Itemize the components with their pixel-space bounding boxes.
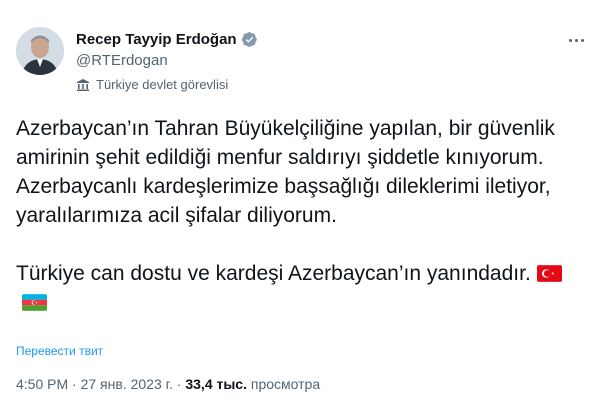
tweet-meta: 4:50 PM · 27 янв. 2023 г. · 33,4 тыс. пр…	[16, 376, 320, 392]
tweet-paragraph-2: Türkiye can dostu ve kardeşi Azerbaycan’…	[16, 259, 586, 317]
more-dot	[580, 38, 584, 42]
affiliation-text: Türkiye devlet görevlisi	[96, 77, 229, 92]
turkey-flag-icon	[536, 265, 562, 282]
author-handle[interactable]: @RTErdogan	[76, 52, 168, 69]
avatar-portrait	[16, 27, 64, 75]
government-building-icon	[77, 78, 89, 91]
tweet-paragraph-1: Azerbaycan’ın Tahran Büyükelçiliğine yap…	[16, 117, 555, 227]
views-label: просмотра	[250, 376, 321, 392]
author-name-row: Recep Tayyip Erdoğan	[76, 31, 258, 48]
tweet-text: Azerbaycan’ın Tahran Büyükelçiliğine yap…	[16, 114, 586, 317]
azerbaijan-flag-icon	[22, 294, 47, 311]
more-options-icon[interactable]	[566, 32, 586, 48]
more-dot	[574, 38, 578, 42]
translate-tweet-link[interactable]: Перевести твит	[16, 344, 103, 358]
meta-separator: ·	[172, 376, 186, 392]
author-avatar[interactable]	[16, 27, 64, 75]
tweet-paragraph-2-text: Türkiye can dostu ve kardeşi Azerbaycan’…	[16, 262, 531, 285]
tweet-date[interactable]: 27 янв. 2023 г.	[81, 376, 173, 392]
affiliation-label: Türkiye devlet görevlisi	[76, 77, 228, 92]
more-dot	[568, 38, 572, 42]
author-name[interactable]: Recep Tayyip Erdoğan	[76, 31, 237, 48]
views-count: 33,4 тыс.	[185, 376, 247, 392]
meta-separator: ·	[68, 376, 81, 392]
tweet-time[interactable]: 4:50 PM	[16, 376, 68, 392]
verified-badge-icon[interactable]	[241, 31, 258, 48]
